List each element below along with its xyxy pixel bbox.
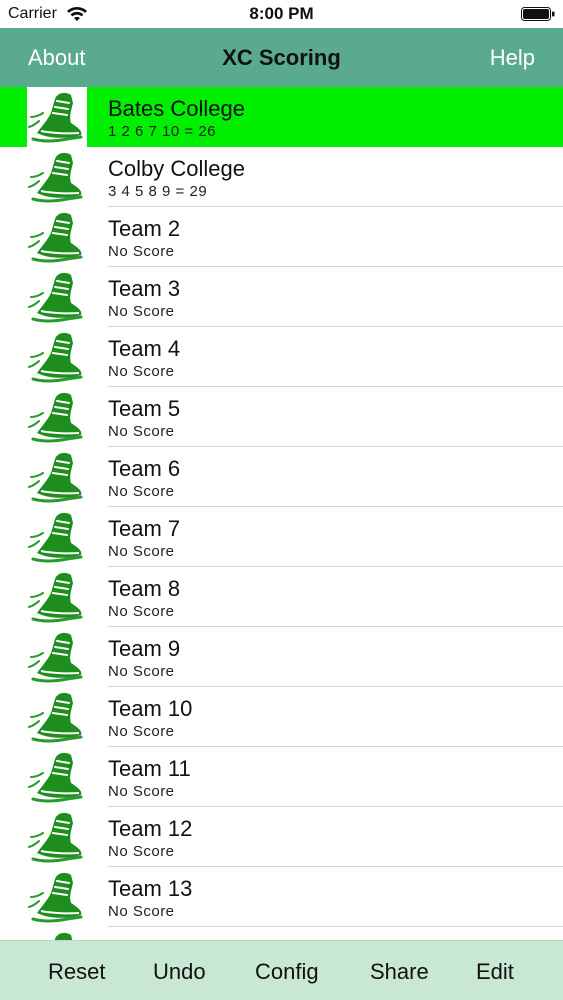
running-shoe-icon (27, 87, 87, 147)
bottom-toolbar: Reset Undo Config Share Edit (0, 940, 563, 1000)
running-shoe-icon (27, 147, 87, 207)
clock: 8:00 PM (249, 4, 314, 23)
team-name: Team 6 (108, 456, 181, 481)
running-shoe-icon (27, 267, 87, 327)
page-title: XC Scoring (222, 45, 341, 70)
team-row[interactable]: Team 11 No Score (0, 747, 563, 807)
team-row[interactable]: Team 13 No Score (0, 867, 563, 927)
running-shoe-icon (27, 687, 87, 747)
team-name: Team 8 (108, 576, 181, 601)
config-button[interactable]: Config (255, 959, 319, 985)
team-name: Team 7 (108, 516, 181, 541)
team-score: No Score (108, 303, 175, 320)
team-row[interactable]: Team 7 No Score (0, 507, 563, 567)
team-name: Team 3 (108, 276, 181, 301)
team-name: Team 10 (108, 696, 193, 721)
team-name: Colby College (108, 156, 245, 181)
team-row[interactable]: Team 2 No Score (0, 207, 563, 267)
team-row[interactable]: Colby College 3 4 5 8 9 = 29 (0, 147, 563, 207)
team-row[interactable]: Bates College 1 2 6 7 10 = 26 (0, 87, 563, 147)
running-shoe-icon (27, 807, 87, 867)
edit-button[interactable]: Edit (476, 959, 514, 985)
team-name: Team 5 (108, 396, 181, 421)
running-shoe-icon (27, 567, 87, 627)
team-score: No Score (108, 363, 175, 380)
team-list[interactable]: Bates College 1 2 6 7 10 = 26 Colby Colleg… (0, 87, 563, 940)
battery-icon (521, 7, 555, 21)
running-shoe-icon (27, 387, 87, 447)
team-score: No Score (108, 423, 175, 440)
status-bar: Carrier 8:00 PM (0, 0, 563, 28)
team-name: Bates College (108, 96, 245, 121)
team-score: 1 2 6 7 10 = 26 (108, 123, 217, 140)
team-row[interactable]: Team 8 No Score (0, 567, 563, 627)
team-row[interactable]: Team 4 No Score (0, 327, 563, 387)
team-row[interactable]: Team 5 No Score (0, 387, 563, 447)
team-row[interactable]: Team 6 No Score (0, 447, 563, 507)
team-name: Team 2 (108, 216, 181, 241)
navigation-bar: About XC Scoring Help (0, 28, 563, 87)
running-shoe-icon (27, 867, 87, 927)
team-row[interactable]: Team 9 No Score (0, 627, 563, 687)
running-shoe-icon (27, 627, 87, 687)
team-name: Team 4 (108, 336, 181, 361)
team-score: No Score (108, 903, 175, 920)
team-score: No Score (108, 603, 175, 620)
running-shoe-icon (27, 327, 87, 387)
team-row[interactable]: Team 14 (0, 927, 563, 940)
team-score: No Score (108, 543, 175, 560)
team-score: No Score (108, 483, 175, 500)
team-score: No Score (108, 663, 175, 680)
team-score: No Score (108, 783, 175, 800)
team-score: No Score (108, 843, 175, 860)
team-score: 3 4 5 8 9 = 29 (108, 183, 208, 200)
team-row[interactable]: Team 3 No Score (0, 267, 563, 327)
help-button[interactable]: Help (490, 45, 535, 71)
running-shoe-icon (27, 447, 87, 507)
reset-button[interactable]: Reset (48, 959, 105, 985)
undo-button[interactable]: Undo (153, 959, 206, 985)
running-shoe-icon (27, 747, 87, 807)
team-score: No Score (108, 723, 175, 740)
team-name: Team 9 (108, 636, 181, 661)
team-name: Team 13 (108, 876, 193, 901)
team-row[interactable]: Team 12 No Score (0, 807, 563, 867)
team-name: Team 12 (108, 816, 193, 841)
share-button[interactable]: Share (370, 959, 429, 985)
running-shoe-icon (27, 927, 87, 940)
team-score: No Score (108, 243, 175, 260)
team-row[interactable]: Team 10 No Score (0, 687, 563, 747)
team-name: Team 11 (108, 756, 191, 781)
running-shoe-icon (27, 207, 87, 267)
running-shoe-icon (27, 507, 87, 567)
